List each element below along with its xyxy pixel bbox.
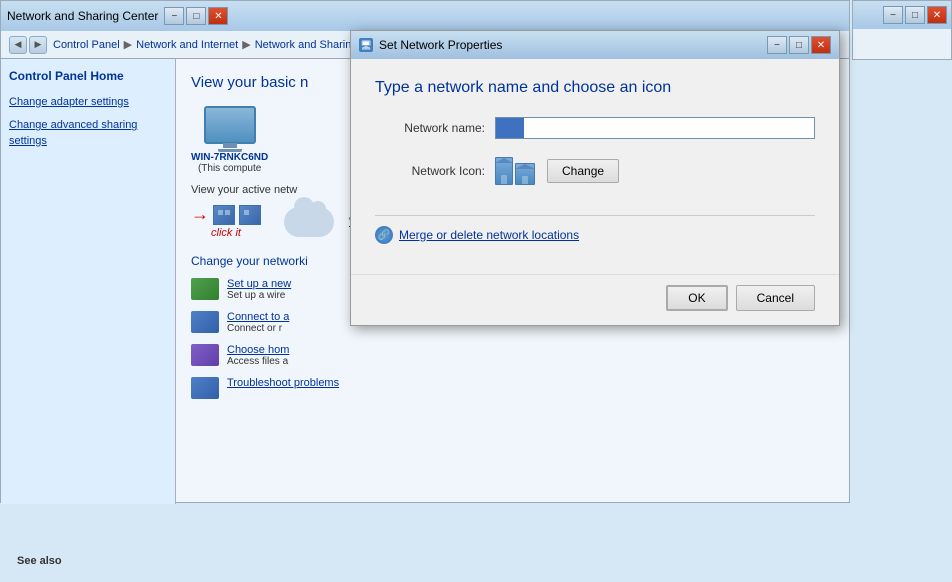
computer-icon <box>204 106 256 144</box>
secondary-maximize[interactable]: □ <box>905 6 925 24</box>
setup-item-4: Troubleshoot problems <box>191 377 834 399</box>
icon-row: Change <box>495 157 619 185</box>
see-also-label: See also <box>17 555 62 567</box>
cloud-icon <box>284 207 334 237</box>
breadcrumb: Control Panel ▶ Network and Internet ▶ N… <box>53 38 394 51</box>
breadcrumb-control-panel[interactable]: Control Panel <box>53 39 120 51</box>
setup-sublabel-1: Set up a wire <box>227 290 291 301</box>
secondary-window: − □ ✕ <box>852 0 952 60</box>
sidebar-title: Control Panel Home <box>9 69 167 83</box>
sidebar-item-adapter[interactable]: Change adapter settings <box>9 95 167 110</box>
modal-minimize-button[interactable]: − <box>767 36 787 54</box>
breadcrumb-sep-1: ▶ <box>124 38 132 51</box>
sidebar-item-advanced[interactable]: Change advanced sharing settings <box>9 118 167 149</box>
setup-link-1[interactable]: Set up a new <box>227 278 291 290</box>
control-panel-titlebar: Network and Sharing Center − □ ✕ <box>1 1 849 31</box>
network-buildings-icon[interactable] <box>213 205 261 225</box>
network-name-label: Network name: <box>375 121 485 135</box>
set-network-properties-dialog: 🖥 Set Network Properties − □ ✕ Type a ne… <box>350 30 840 326</box>
control-panel-title: Network and Sharing Center <box>7 9 158 23</box>
setup-sublabel-2: Connect or r <box>227 323 289 334</box>
secondary-titlebar: − □ ✕ <box>853 1 951 29</box>
modal-buttons: OK Cancel <box>351 274 839 325</box>
sidebar: Control Panel Home Change adapter settin… <box>1 59 176 504</box>
network-icon-label: Network Icon: <box>375 164 485 178</box>
link-globe-icon: 🔗 <box>375 226 393 244</box>
modal-close-button[interactable]: ✕ <box>811 36 831 54</box>
red-arrow-icon: → <box>191 204 209 225</box>
setup-icon-4 <box>191 377 219 399</box>
modal-title-text: Set Network Properties <box>379 38 761 52</box>
forward-button[interactable]: ▶ <box>29 36 47 54</box>
modal-content: Type a network name and choose an icon N… <box>351 59 839 274</box>
modal-heading: Type a network name and choose an icon <box>375 79 815 97</box>
back-button[interactable]: ◀ <box>9 36 27 54</box>
ok-button[interactable]: OK <box>666 285 727 311</box>
breadcrumb-sep-2: ▶ <box>242 38 250 51</box>
network-name-row: Network name: <box>375 117 815 139</box>
nav-arrows: ◀ ▶ <box>9 36 47 54</box>
setup-sublabel-3: Access files a <box>227 356 289 367</box>
merge-delete-link[interactable]: Merge or delete network locations <box>399 228 579 242</box>
setup-item-3: Choose hom Access files a <box>191 344 834 367</box>
modal-footer-link-area: 🔗 Merge or delete network locations <box>375 215 815 254</box>
network-name-input[interactable] <box>495 117 815 139</box>
setup-link-2[interactable]: Connect to a <box>227 311 289 323</box>
breadcrumb-network-internet[interactable]: Network and Internet <box>136 39 238 51</box>
change-icon-button[interactable]: Change <box>547 159 619 183</box>
maximize-button[interactable]: □ <box>186 7 206 25</box>
modal-maximize-button[interactable]: □ <box>789 36 809 54</box>
close-button[interactable]: ✕ <box>208 7 228 25</box>
setup-icon-2 <box>191 311 219 333</box>
modal-titlebar: 🖥 Set Network Properties − □ ✕ <box>351 31 839 59</box>
click-it-label: click it <box>211 227 241 239</box>
setup-link-3[interactable]: Choose hom <box>227 344 289 356</box>
computer-name: WIN-7RNKC6ND (This compute <box>191 152 268 174</box>
network-icon-row: Network Icon: Change <box>375 157 815 185</box>
secondary-close[interactable]: ✕ <box>927 6 947 24</box>
modal-title-icon: 🖥 <box>359 38 373 52</box>
setup-icon-1 <box>191 278 219 300</box>
titlebar-buttons: − □ ✕ <box>164 7 228 25</box>
setup-icon-3 <box>191 344 219 366</box>
secondary-minimize[interactable]: − <box>883 6 903 24</box>
minimize-button[interactable]: − <box>164 7 184 25</box>
setup-link-4[interactable]: Troubleshoot problems <box>227 377 339 389</box>
network-icon-preview <box>495 157 535 185</box>
cancel-button[interactable]: Cancel <box>736 285 815 311</box>
modal-title-buttons: − □ ✕ <box>767 36 831 54</box>
